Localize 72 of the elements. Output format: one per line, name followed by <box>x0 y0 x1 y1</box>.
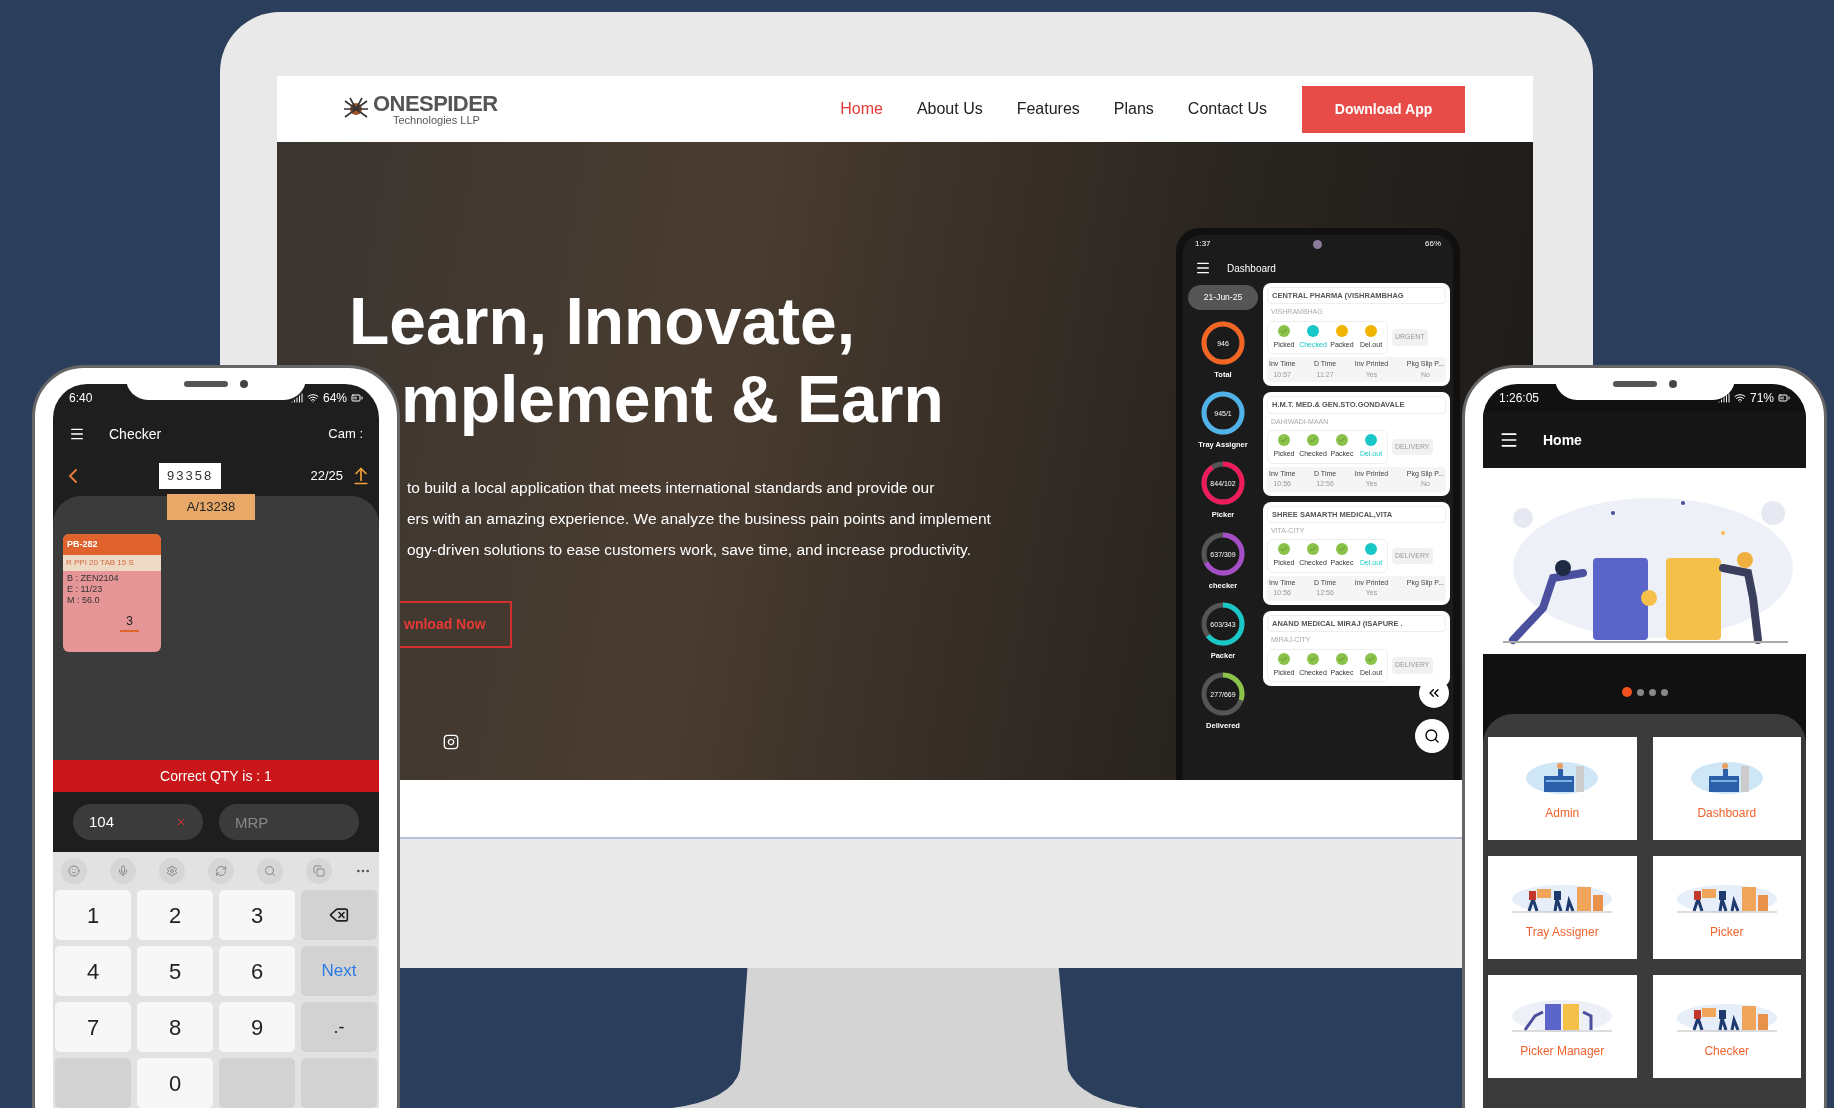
item-expiry: E : 11/23 <box>66 584 104 595</box>
hero-text: ers with an amazing experience. We analyze the business pain points and implement <box>407 509 991 529</box>
instagram-icon[interactable] <box>443 734 459 750</box>
screen-title: Dashboard <box>1227 261 1276 276</box>
item-mrp: M : 56.0 <box>66 595 101 606</box>
hero-headline: Learn, Innovate, <box>349 283 857 360</box>
mrp-field[interactable]: MRP <box>219 804 359 840</box>
item-batch: B : ZEN2104 <box>66 573 120 584</box>
battery-level: 64% <box>322 390 347 407</box>
clear-icon[interactable] <box>175 816 187 828</box>
wifi-icon <box>1733 392 1746 404</box>
date-chip[interactable]: 21-Jun-25 <box>1187 285 1259 310</box>
quantity-field[interactable]: 104 <box>73 804 203 840</box>
status-time: 6:40 <box>69 390 93 407</box>
nav-link[interactable]: About Us <box>916 97 983 121</box>
download-app-button[interactable]: Download App <box>1302 85 1465 133</box>
camera-label: Cam : <box>328 425 363 444</box>
keyboard-key[interactable]: 4 <box>55 946 131 996</box>
status-time: 1:26:05 <box>1499 390 1540 407</box>
alert-banner: Correct QTY is : 1 <box>53 760 379 792</box>
menu-icon[interactable] <box>1499 430 1519 450</box>
tile-label: Dashboard <box>1697 804 1757 822</box>
logo-text: ONESPIDER <box>373 92 498 115</box>
screen-title: Home <box>1543 430 1582 450</box>
nav-link[interactable]: Plans <box>1113 97 1154 121</box>
keyboard-key[interactable]: 8 <box>137 1002 213 1052</box>
tile-label: Picker Manager <box>1520 1042 1605 1060</box>
progress-ring <box>1199 670 1247 718</box>
keyboard-key[interactable]: 6 <box>219 946 295 996</box>
logo-tagline: Technologies LLP <box>393 114 481 126</box>
keyboard-key[interactable]: 5 <box>137 946 213 996</box>
keyboard-key[interactable]: 7 <box>55 1002 131 1052</box>
search-icon <box>1424 728 1440 744</box>
collapse-button[interactable] <box>1419 678 1449 708</box>
item-card[interactable]: PB-282 R PPI 20 TAB 15 S B : ZEN2104 E : 11/23 M : 56.0 3 <box>63 533 161 652</box>
wifi-icon <box>306 392 319 404</box>
nav-link[interactable]: Features <box>1016 97 1080 121</box>
tile-label: Tray Assigner <box>1525 923 1599 941</box>
keyboard-key[interactable]: 0 <box>137 1058 213 1108</box>
camera-icon <box>1313 239 1323 249</box>
item-count: 22/25 <box>310 467 343 486</box>
progress-ring <box>1199 389 1247 437</box>
keyboard-key[interactable] <box>301 890 377 940</box>
battery-level: 66% <box>1425 238 1441 250</box>
upload-icon[interactable] <box>351 466 371 486</box>
status-time: 1:37 <box>1195 238 1211 250</box>
tile-label: Checker <box>1704 1042 1750 1060</box>
screen-title: Checker <box>109 424 162 444</box>
tile-label: Picker <box>1710 923 1744 941</box>
battery-icon <box>351 392 363 404</box>
nav-link[interactable]: Contact Us <box>1187 97 1267 121</box>
battery-level: 71% <box>1749 390 1774 407</box>
menu-icon[interactable] <box>1195 260 1211 276</box>
keyboard-key[interactable]: .- <box>301 1002 377 1052</box>
invoice-tag: A/13238 <box>166 494 256 520</box>
hero-text: to build a local application that meets international standards and provide our <box>407 478 936 498</box>
barcode-label: 93358 <box>159 463 222 489</box>
item-quantity: 3 <box>120 612 139 632</box>
search-button[interactable] <box>1415 719 1449 753</box>
item-name: R PPI 20 TAB 15 S <box>63 555 161 571</box>
keyboard-key[interactable]: 1 <box>55 890 131 940</box>
keyboard-key[interactable]: 9 <box>219 1002 295 1052</box>
menu-icon[interactable] <box>69 426 85 442</box>
item-code: PB-282 <box>63 533 161 555</box>
hero-text: ogy-driven solutions to ease customers work, save time, and increase productivity. <box>407 540 972 560</box>
nav-link[interactable]: Home <box>840 97 883 121</box>
backspace-icon <box>329 905 349 925</box>
keyboard-key[interactable]: 3 <box>219 890 295 940</box>
hero-headline: mplement & Earn <box>401 361 945 438</box>
tile-label: Admin <box>1545 804 1580 822</box>
battery-icon <box>1778 392 1790 404</box>
keyboard-key[interactable]: 2 <box>137 890 213 940</box>
